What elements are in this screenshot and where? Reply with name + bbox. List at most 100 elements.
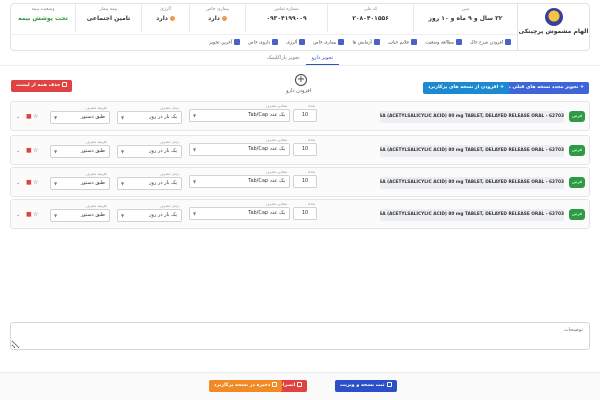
delete-all-button[interactable]: حذف همه از لیست — [11, 80, 73, 92]
info-label: شماره تماس — [274, 7, 299, 12]
allergy-icon — [299, 39, 306, 46]
caret-down-icon: ▼ — [193, 179, 197, 184]
star-icon[interactable]: ☆ — [33, 114, 38, 120]
info-label: وضعیت بیمه — [31, 7, 55, 12]
info-value: دارد — [190, 15, 245, 22]
quick-link-special-disease[interactable]: بیماری خاص — [313, 39, 345, 46]
quick-link-label: بیماری خاص — [313, 40, 337, 46]
chevron-down-icon[interactable]: ⌄ — [16, 148, 20, 154]
frequency-select[interactable]: یک بار در روز ▼ — [117, 177, 182, 190]
quick-link-label: علایم حیاتی — [387, 40, 410, 46]
quick-link-special-drug[interactable]: داروی خاص — [248, 39, 279, 46]
cancel-icon — [297, 382, 303, 387]
warning-dot-icon — [221, 16, 227, 21]
info-value: ۳۲ سال و ۹ ماه و ۱۰ روز — [428, 15, 503, 22]
caret-down-icon: ▼ — [54, 149, 58, 154]
unit-select[interactable]: یک عدد Tab/Cap ▼ — [189, 109, 290, 122]
add-drug[interactable]: + افزودن دارو — [286, 74, 311, 94]
info-age: سن ۳۲ سال و ۹ ماه و ۱۰ روز — [413, 4, 517, 32]
tab-paraclinic[interactable]: تجویز پاراکلینیک — [261, 52, 306, 65]
frequency-label: زمان مصرف — [159, 106, 179, 110]
frequency-select[interactable]: یک بار در روز ▼ — [117, 209, 182, 222]
patient-name: الهام مشموش پرچینکی — [518, 28, 589, 35]
info-value: ۲۰۸۰۴۰۱۵۵۶ — [352, 15, 389, 22]
method-label: طریقه مصرف — [85, 140, 107, 144]
info-label: بیماری خاص — [205, 7, 230, 12]
count-input[interactable]: 10 — [293, 175, 317, 188]
count-input[interactable]: 10 — [293, 207, 317, 220]
drug-row: قرص ASA (ACETYLSALICYLIC ACID) 80 mg TAB… — [10, 135, 590, 165]
drug-row: قرص ASA (ACETYLSALICYLIC ACID) 80 mg TAB… — [10, 199, 590, 229]
method-value: طبق دستور — [80, 114, 105, 120]
patient-header: الهام مشموش پرچینکی سن ۳۲ سال و ۹ ماه و … — [10, 3, 590, 51]
info-phone: شماره تماس ۰۹۳۰۴۱۹۹۰۰۹ — [245, 4, 327, 32]
trash-icon[interactable]: ■ — [26, 148, 32, 154]
save-frequent-button[interactable]: ذخیره در نسخه پرکاربرد — [209, 380, 283, 392]
caret-down-icon: ▼ — [121, 181, 125, 186]
chevron-down-icon[interactable]: ⌄ — [16, 114, 20, 120]
method-label: طریقه مصرف — [85, 106, 107, 110]
quick-link-lab-tests[interactable]: آزمایش ها — [352, 39, 380, 46]
add-frequent-button[interactable]: + افزودن از نسخه های پرکاربرد — [422, 82, 509, 94]
unit-select[interactable]: یک عدد Tab/Cap ▼ — [189, 175, 290, 188]
quick-link-status[interactable]: مطالعه وضعیت — [425, 39, 463, 46]
info-insurance-status: وضعیت بیمه تحت پوشش بیمه — [11, 4, 75, 32]
trash-icon[interactable]: ■ — [26, 212, 32, 218]
caret-down-icon: ▼ — [54, 181, 58, 186]
quick-link-add-history[interactable]: افزودن شرح حال — [470, 39, 511, 46]
patient-brand: الهام مشموش پرچینکی — [517, 4, 589, 50]
tab-drug[interactable]: تجویز دارو — [305, 52, 340, 65]
caret-down-icon: ▼ — [193, 147, 197, 152]
method-value: طبق دستور — [80, 212, 105, 218]
description-textarea[interactable] — [10, 322, 590, 350]
count-input[interactable]: 10 — [293, 109, 317, 122]
method-select[interactable]: طبق دستور ▼ — [50, 177, 110, 190]
method-select[interactable]: طبق دستور ▼ — [50, 209, 110, 222]
unit-value: یک عدد Tab/Cap — [248, 112, 285, 118]
status-icon — [456, 39, 463, 46]
info-allergy: آلرژی دارد — [141, 4, 189, 32]
plus-icon[interactable]: + — [295, 74, 307, 86]
trash-icon[interactable]: ■ — [26, 180, 32, 186]
unit-label: مقادیر مصرف — [265, 138, 287, 142]
frequency-value: یک بار در روز — [149, 114, 177, 120]
star-icon[interactable]: ☆ — [33, 148, 38, 154]
method-select[interactable]: طبق دستور ▼ — [50, 145, 110, 158]
quick-link-allergy[interactable]: آلرژی — [286, 39, 306, 46]
special-disease-icon — [338, 39, 345, 46]
quick-link-label: افزودن شرح حال — [470, 40, 503, 46]
drug-form-badge[interactable]: قرص — [569, 177, 585, 188]
info-national-id: کد ملی ۲۰۸۰۴۰۱۵۵۶ — [327, 4, 413, 32]
method-select[interactable]: طبق دستور ▼ — [50, 111, 110, 124]
submit-prescription-button[interactable]: ثبت نسخه و ویزیت — [335, 380, 397, 392]
caret-down-icon: ▼ — [54, 115, 58, 120]
method-value: طبق دستور — [80, 148, 105, 154]
info-label: کد ملی — [363, 7, 378, 12]
frequency-label: زمان مصرف — [159, 204, 179, 208]
chevron-down-icon[interactable]: ⌄ — [16, 180, 20, 186]
unit-select[interactable]: یک عدد Tab/Cap ▼ — [189, 207, 290, 220]
info-label: آلرژی — [160, 7, 171, 12]
drug-row: قرص ASA (ACETYLSALICYLIC ACID) 80 mg TAB… — [10, 167, 590, 197]
drug-form-badge[interactable]: قرص — [569, 209, 585, 220]
frequency-select[interactable]: یک بار در روز ▼ — [117, 111, 182, 124]
info-value: تحت پوشش بیمه — [18, 15, 68, 22]
frequency-label: زمان مصرف — [159, 172, 179, 176]
drug-row: قرص ASA (ACETYLSALICYLIC ACID) 80 mg TAB… — [10, 101, 590, 131]
frequency-select[interactable]: یک بار در روز ▼ — [117, 145, 182, 158]
drug-form-badge[interactable]: قرص — [569, 111, 585, 122]
add-history-icon — [505, 39, 511, 46]
count-input[interactable]: 10 — [293, 143, 317, 156]
star-icon[interactable]: ☆ — [33, 180, 38, 186]
quick-link-last-prescription[interactable]: آخرین تجویز — [209, 39, 241, 46]
quick-link-vital-signs[interactable]: علایم حیاتی — [388, 39, 418, 46]
unit-select[interactable]: یک عدد Tab/Cap ▼ — [189, 143, 290, 156]
trash-icon[interactable]: ■ — [26, 114, 32, 120]
drug-form-badge[interactable]: قرص — [569, 145, 585, 156]
star-icon[interactable]: ☆ — [33, 212, 38, 218]
chevron-down-icon[interactable]: ⌄ — [16, 212, 20, 218]
drug-name: ASA (ACETYLSALICYLIC ACID) 80 mg TABLET,… — [380, 209, 564, 221]
quick-link-label: آلرژی — [286, 40, 298, 46]
footer: ثبت نسخه و ویزیت انصراف ذخیره در نسخه پر… — [0, 372, 600, 400]
method-label: طریقه مصرف — [85, 204, 107, 208]
